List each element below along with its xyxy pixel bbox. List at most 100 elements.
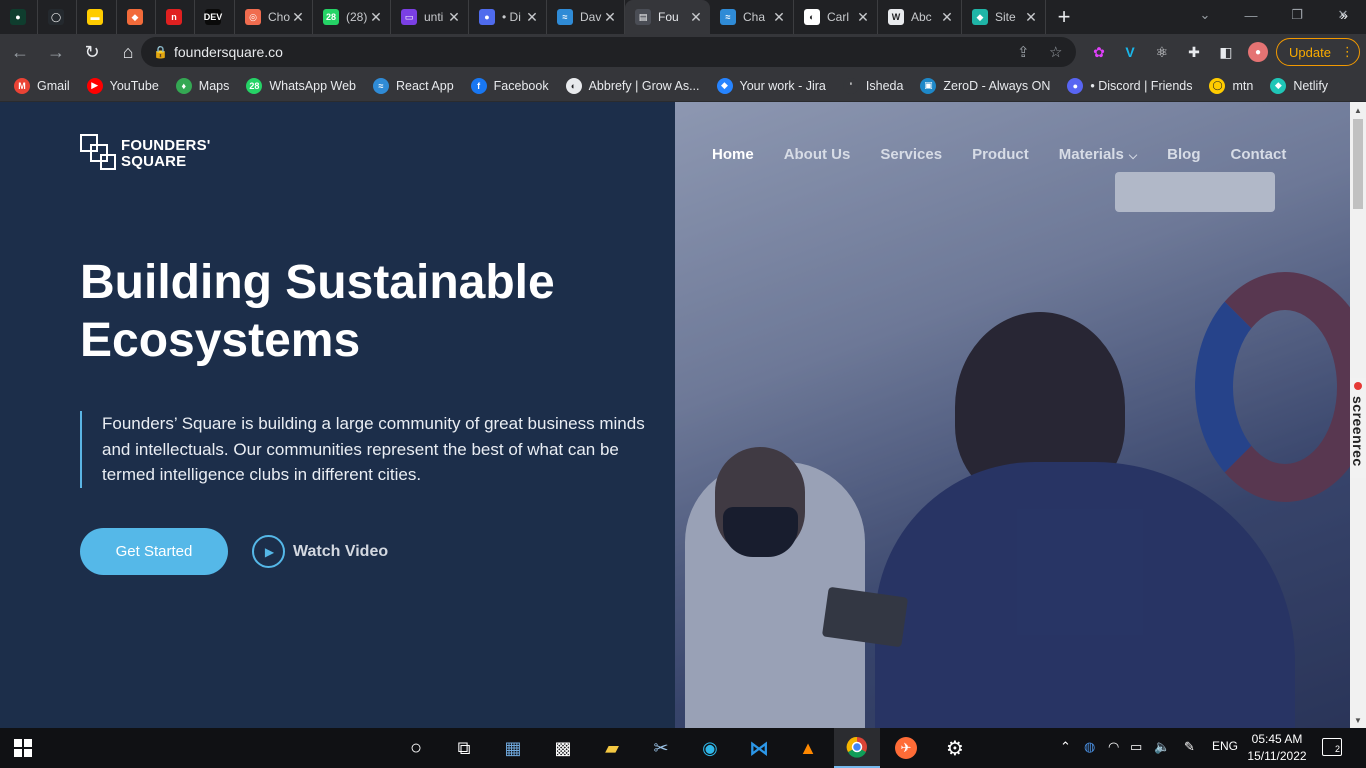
bookmark-item[interactable]: f Facebook xyxy=(470,77,549,94)
browser-tab[interactable]: ◆ Site ✕ xyxy=(962,0,1046,34)
tab-close-icon[interactable]: ✕ xyxy=(524,9,540,26)
nav-product[interactable]: Product xyxy=(972,146,1029,163)
bookmark-item[interactable]: ▶ YouTube xyxy=(86,77,159,94)
bookmark-label: mtn xyxy=(1232,78,1254,93)
postman-icon[interactable]: ✈ xyxy=(883,728,929,768)
notification-count: 2 xyxy=(1334,744,1340,754)
browser-tab[interactable]: ▬ xyxy=(77,0,117,34)
notification-center-icon[interactable]: 2 xyxy=(1322,738,1342,756)
browser-tab[interactable]: ● • Di ✕ xyxy=(469,0,547,34)
tab-close-icon[interactable]: ✕ xyxy=(939,9,955,26)
minimize-icon[interactable]: — xyxy=(1228,0,1274,30)
browser-tab[interactable]: 28 (28) ✕ xyxy=(313,0,391,34)
tab-close-icon[interactable]: ✕ xyxy=(688,9,704,26)
maximize-icon[interactable]: ❐ xyxy=(1274,0,1320,30)
tab-close-icon[interactable]: ✕ xyxy=(290,9,306,26)
bookmark-item[interactable]: ♦ Maps xyxy=(175,77,229,94)
bookmark-item[interactable]: ◐ Abbrefy | Grow As... xyxy=(565,77,700,94)
home-icon[interactable]: ⌂ xyxy=(112,36,144,68)
vimeo-extension-icon[interactable]: V xyxy=(1120,42,1140,62)
tab-close-icon[interactable]: ✕ xyxy=(368,9,384,26)
headline-line-2: Ecosystems xyxy=(80,314,361,367)
system-clock[interactable]: 05:45 AM 15/11/2022 xyxy=(1246,731,1308,765)
tab-close-icon[interactable]: ✕ xyxy=(446,9,462,26)
file-explorer-icon[interactable]: ▰ xyxy=(589,728,635,768)
site-logo[interactable]: FOUNDERS' SQUARE xyxy=(80,134,211,174)
react-devtools-icon[interactable]: ⚛ xyxy=(1152,42,1172,62)
vlc-icon[interactable]: ▲ xyxy=(785,728,831,768)
reload-icon[interactable]: ↻ xyxy=(76,36,108,68)
get-started-button[interactable]: Get Started xyxy=(80,528,228,575)
url-text[interactable]: foundersquare.co xyxy=(174,44,283,60)
nav-contact[interactable]: Contact xyxy=(1230,146,1286,163)
nav-materials[interactable]: Materials ⌵ xyxy=(1059,146,1137,163)
scroll-thumb[interactable] xyxy=(1353,119,1363,209)
screenrec-widget[interactable]: screenrec xyxy=(1350,378,1366,478)
vscode-icon[interactable]: ⋈ xyxy=(736,728,782,768)
bookmark-item[interactable]: ◆ Netlify xyxy=(1270,77,1328,94)
new-tab-icon[interactable]: + xyxy=(1046,0,1082,34)
browser-tab[interactable]: ▤ Fou ✕ xyxy=(625,0,710,34)
browser-tab[interactable]: ● xyxy=(0,0,38,34)
tab-title: Dav xyxy=(580,10,602,24)
bookmark-item[interactable]: 28 WhatsApp Web xyxy=(246,77,356,94)
nav-home[interactable]: Home xyxy=(712,146,754,163)
volume-icon[interactable]: 🔈 xyxy=(1154,739,1170,755)
browser-tab[interactable]: ◎ Cho ✕ xyxy=(235,0,313,34)
snipping-tool-icon[interactable]: ✂ xyxy=(638,728,684,768)
tab-close-icon[interactable]: ✕ xyxy=(602,9,618,26)
pen-icon[interactable]: ✎ xyxy=(1184,739,1195,755)
tab-close-icon[interactable]: ✕ xyxy=(771,9,787,26)
tab-close-icon[interactable]: ✕ xyxy=(1023,9,1039,26)
browser-tab[interactable]: DEV xyxy=(195,0,235,34)
browser-tab[interactable]: ◐ Carl ✕ xyxy=(794,0,878,34)
calculator-icon[interactable]: ▩ xyxy=(540,728,586,768)
nav-blog[interactable]: Blog xyxy=(1167,146,1200,163)
task-view-icon[interactable]: ⧉ xyxy=(441,728,487,768)
battery-icon[interactable]: ▭ xyxy=(1130,739,1142,755)
bookmark-star-icon[interactable]: ☆ xyxy=(1049,43,1062,61)
tab-search-icon[interactable]: ⌄ xyxy=(1182,0,1228,30)
wifi-icon[interactable]: ◠ xyxy=(1108,739,1119,755)
scroll-up-icon[interactable]: ▲ xyxy=(1350,102,1366,118)
windows-start-icon[interactable] xyxy=(0,728,46,768)
browser-tab[interactable]: ≈ Cha ✕ xyxy=(710,0,794,34)
tab-close-icon[interactable]: ✕ xyxy=(855,9,871,26)
bookmark-item[interactable]: M Gmail xyxy=(14,77,70,94)
settings-gear-icon[interactable]: ⚙ xyxy=(932,728,978,768)
browser-tab[interactable]: n xyxy=(156,0,195,34)
nav-services[interactable]: Services xyxy=(880,146,942,163)
browser-tab[interactable]: ◯ xyxy=(38,0,77,34)
network-app-icon[interactable]: ▦ xyxy=(490,728,536,768)
search-circle-icon[interactable]: ○ xyxy=(393,728,439,768)
watch-video-button[interactable]: ▶ Watch Video xyxy=(252,535,388,568)
nav-about[interactable]: About Us xyxy=(784,146,851,163)
chrome-icon[interactable] xyxy=(834,728,880,768)
browser-tab[interactable]: W Abc ✕ xyxy=(878,0,962,34)
address-bar[interactable]: 🔒 foundersquare.co ⇪ ☆ xyxy=(141,37,1076,67)
bookmark-item[interactable]: ● • Discord | Friends xyxy=(1067,77,1192,94)
browser-tab[interactable]: ▭ unti ✕ xyxy=(391,0,469,34)
side-panel-icon[interactable]: ◧ xyxy=(1216,42,1236,62)
bookmark-item[interactable]: ▣ ZeroD - Always ON xyxy=(920,77,1050,94)
tray-chevron-up-icon[interactable]: ⌃ xyxy=(1060,739,1071,755)
extensions-puzzle-icon[interactable]: ✚ xyxy=(1184,42,1204,62)
browser-tab[interactable]: ≈ Dav ✕ xyxy=(547,0,625,34)
lock-icon[interactable]: 🔒 xyxy=(153,45,168,59)
bookmarks-overflow-icon[interactable]: » xyxy=(1340,7,1348,23)
forward-icon[interactable]: → xyxy=(40,36,72,68)
bookmark-item[interactable]: ' Isheda xyxy=(842,77,903,94)
browser-tab[interactable]: ◆ xyxy=(117,0,156,34)
back-icon[interactable]: ← xyxy=(4,36,36,68)
share-icon[interactable]: ⇪ xyxy=(1017,43,1030,61)
language-indicator[interactable]: ENG xyxy=(1212,739,1238,753)
edge-browser-icon[interactable]: ◉ xyxy=(687,728,733,768)
scroll-down-icon[interactable]: ▼ xyxy=(1350,712,1366,728)
color-extension-icon[interactable]: ✿ xyxy=(1089,42,1109,62)
bookmark-item[interactable]: ◆ Your work - Jira xyxy=(716,77,826,94)
update-button[interactable]: Update ⋮ xyxy=(1276,38,1360,66)
profile-avatar[interactable]: ● xyxy=(1248,42,1268,62)
bookmark-item[interactable]: ≈ React App xyxy=(372,77,454,94)
tray-app-icon[interactable]: ◍ xyxy=(1084,739,1095,755)
bookmark-item[interactable]: ◯ mtn xyxy=(1209,77,1254,94)
